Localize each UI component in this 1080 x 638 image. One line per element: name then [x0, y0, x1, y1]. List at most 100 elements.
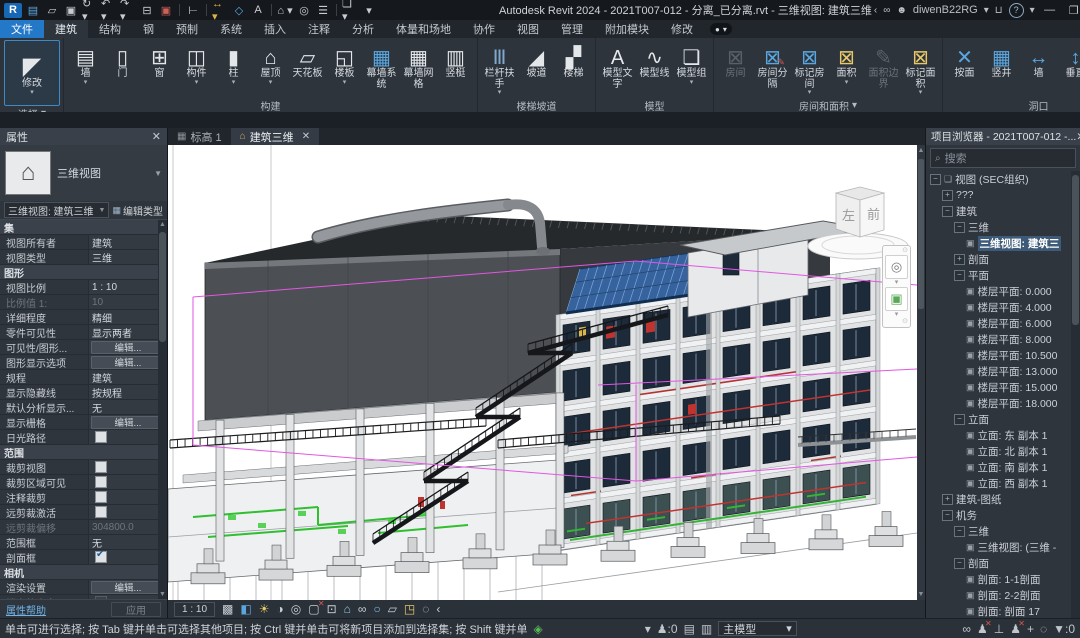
ribbon-tab-插入[interactable]: 插入 — [253, 20, 297, 38]
property-value[interactable] — [88, 460, 167, 474]
browser-item[interactable]: +剖面 — [926, 251, 1080, 267]
chevron-down-icon[interactable]: ▼ — [154, 169, 162, 178]
edit-button[interactable]: 编辑... — [91, 416, 165, 429]
property-value[interactable]: 1 : 10 — [88, 280, 167, 294]
browser-item[interactable]: ▣剖面: 剖面 17 — [926, 603, 1080, 618]
browser-item[interactable]: ▣立面: 南 副本 1 — [926, 459, 1080, 475]
browser-item[interactable]: ▣楼层平面: 8.000 — [926, 331, 1080, 347]
property-value[interactable]: 无 — [88, 535, 167, 549]
property-value[interactable]: 建筑 — [88, 235, 167, 249]
ribbon-tab-修改[interactable]: 修改 — [660, 20, 704, 38]
user-dropdown-icon[interactable]: ▾ — [984, 5, 989, 16]
cart-icon[interactable]: ⊔ — [995, 5, 1003, 16]
view-tab-标高 1[interactable]: ▦标高 1 — [168, 128, 231, 145]
print-icon[interactable]: ⊟ — [139, 3, 155, 18]
switch-windows-icon[interactable]: ❏ ▾ — [342, 3, 358, 18]
zoom-tool-icon[interactable]: ▣ — [885, 287, 908, 311]
reveal-hidden-elements-icon[interactable]: ∞ — [358, 603, 367, 615]
property-value[interactable]: 精细 — [88, 310, 167, 324]
panel-footer[interactable]: 构建 — [65, 98, 476, 112]
section-icon[interactable]: ◎ — [296, 3, 312, 18]
tree-expander-icon[interactable]: − — [954, 414, 965, 425]
browser-item[interactable]: ▣立面: 北 副本 1 — [926, 443, 1080, 459]
ribbon-button-竖梃[interactable]: ▥竖梃 — [437, 40, 474, 81]
property-value[interactable] — [88, 430, 167, 444]
browser-item[interactable]: ▣楼层平面: 0.000 — [926, 283, 1080, 299]
analytical-model-icon[interactable]: ▱ — [388, 603, 397, 615]
browser-item[interactable]: +??? — [926, 187, 1080, 203]
property-group-集[interactable]: 集 — [0, 220, 167, 235]
properties-scrollbar[interactable]: ▲▼ — [158, 220, 167, 599]
browser-item[interactable]: −平面 — [926, 267, 1080, 283]
ribbon-button-模型文字[interactable]: A模型文字 — [599, 40, 636, 91]
property-value[interactable]: 按规程 — [88, 385, 167, 399]
browser-scrollbar[interactable] — [1071, 171, 1080, 618]
default-3d-view-icon[interactable]: ⌂ ▾ — [277, 3, 293, 18]
browser-item[interactable]: ▣楼层平面: 15.000 — [926, 379, 1080, 395]
viewcube-front-face-label[interactable]: 前 — [867, 207, 880, 222]
ribbon-tab-分析[interactable]: 分析 — [341, 20, 385, 38]
apply-button[interactable]: 应用 — [111, 602, 161, 617]
zoom-dropdown-icon[interactable]: ▾ — [895, 312, 899, 318]
tree-expander-icon[interactable]: − — [954, 526, 965, 537]
thin-lines-icon[interactable]: ☰ — [315, 3, 331, 18]
select-by-face-icon[interactable]: ♟✕ — [1010, 623, 1021, 635]
tree-expander-icon[interactable]: + — [954, 254, 965, 265]
ribbon-button-墙[interactable]: ↔墙 — [1020, 40, 1057, 81]
view-scale-label[interactable]: 1 : 10 — [174, 602, 215, 617]
browser-item[interactable]: ▣楼层平面: 13.000 — [926, 363, 1080, 379]
aligned-dimension-icon[interactable]: ↔ ▾ — [212, 3, 228, 18]
property-value[interactable]: 编辑... — [88, 580, 167, 594]
browser-item[interactable]: −三维 — [926, 523, 1080, 539]
edit-type-button[interactable]: ▦ 编辑类型 — [112, 203, 163, 218]
edit-button[interactable]: 编辑... — [91, 341, 165, 354]
property-value[interactable]: 显示两者 — [88, 325, 167, 339]
ribbon-button-竖井[interactable]: ▦竖井 — [983, 40, 1020, 81]
steering-wheel-icon[interactable]: ◎ — [885, 255, 908, 279]
design-options-icon[interactable]: ▤ — [684, 623, 695, 635]
select-links-icon[interactable]: ∞ — [962, 623, 971, 635]
ribbon-button-墙[interactable]: ▤墙▾ — [67, 40, 104, 86]
property-value[interactable] — [88, 550, 167, 564]
model-canvas[interactable]: 左 前 — [168, 145, 917, 600]
property-group-相机[interactable]: 相机 — [0, 565, 167, 580]
temporary-hide-isolate-icon[interactable]: ⌂ — [344, 603, 351, 615]
viewcube-left-face-label[interactable]: 左 — [842, 208, 855, 223]
browser-item[interactable]: ▣三维视图: 建筑三 — [926, 235, 1080, 251]
measure-icon[interactable]: ⊢ — [185, 3, 201, 18]
visual-style-icon[interactable]: ◧ — [240, 603, 251, 615]
property-value[interactable]: 无 — [88, 400, 167, 414]
browser-item[interactable]: ▣楼层平面: 6.000 — [926, 315, 1080, 331]
close-icon[interactable]: ✕ — [1076, 131, 1080, 143]
crop-view-icon[interactable]: ▢✕ — [308, 603, 319, 615]
open-icon[interactable]: ▱ — [44, 3, 60, 18]
select-pinned-icon[interactable]: ⊥ — [994, 623, 1004, 635]
close-icon[interactable]: ✕ — [152, 130, 161, 143]
browser-item[interactable]: −建筑 — [926, 203, 1080, 219]
checkbox[interactable] — [95, 461, 107, 473]
type-selector[interactable]: ⌂ 三维视图 ▼ — [0, 145, 167, 201]
property-group-图形[interactable]: 图形 — [0, 265, 167, 280]
tag-by-category-icon[interactable]: ◇ — [231, 3, 247, 18]
edit-button[interactable]: 编辑... — [91, 356, 165, 369]
ribbon-button-垂直[interactable]: ↕垂直 — [1057, 40, 1080, 81]
drag-on-selection-icon[interactable]: + — [1027, 623, 1034, 635]
ribbon-tab-文件[interactable]: 文件 — [0, 20, 44, 38]
browser-item[interactable]: −机务 — [926, 507, 1080, 523]
browser-item[interactable]: −剖面 — [926, 555, 1080, 571]
checkbox[interactable] — [95, 476, 107, 488]
browser-item[interactable]: ▣剖面: 1-1剖面 — [926, 571, 1080, 587]
shadows-icon[interactable]: ◑ — [276, 603, 283, 615]
ribbon-button-模型组[interactable]: ❏模型组▾ — [673, 40, 710, 86]
revit-logo[interactable]: R — [4, 3, 22, 18]
ribbon-tab-结构[interactable]: 结构 — [88, 20, 132, 38]
sun-path-icon[interactable]: ☀ — [259, 603, 270, 615]
back-icon[interactable]: ‹ — [874, 5, 877, 16]
checkbox[interactable] — [95, 431, 107, 443]
ribbon-button-标记面积[interactable]: ⊠标记面积▾ — [902, 40, 939, 96]
property-value[interactable] — [88, 505, 167, 519]
displacement-sets-icon[interactable]: ◳ — [404, 603, 415, 615]
temporary-view-properties-icon[interactable]: ○ — [373, 603, 380, 615]
tree-expander-icon[interactable]: − — [942, 510, 953, 521]
ribbon-tab-附加模块[interactable]: 附加模块 — [594, 20, 660, 38]
